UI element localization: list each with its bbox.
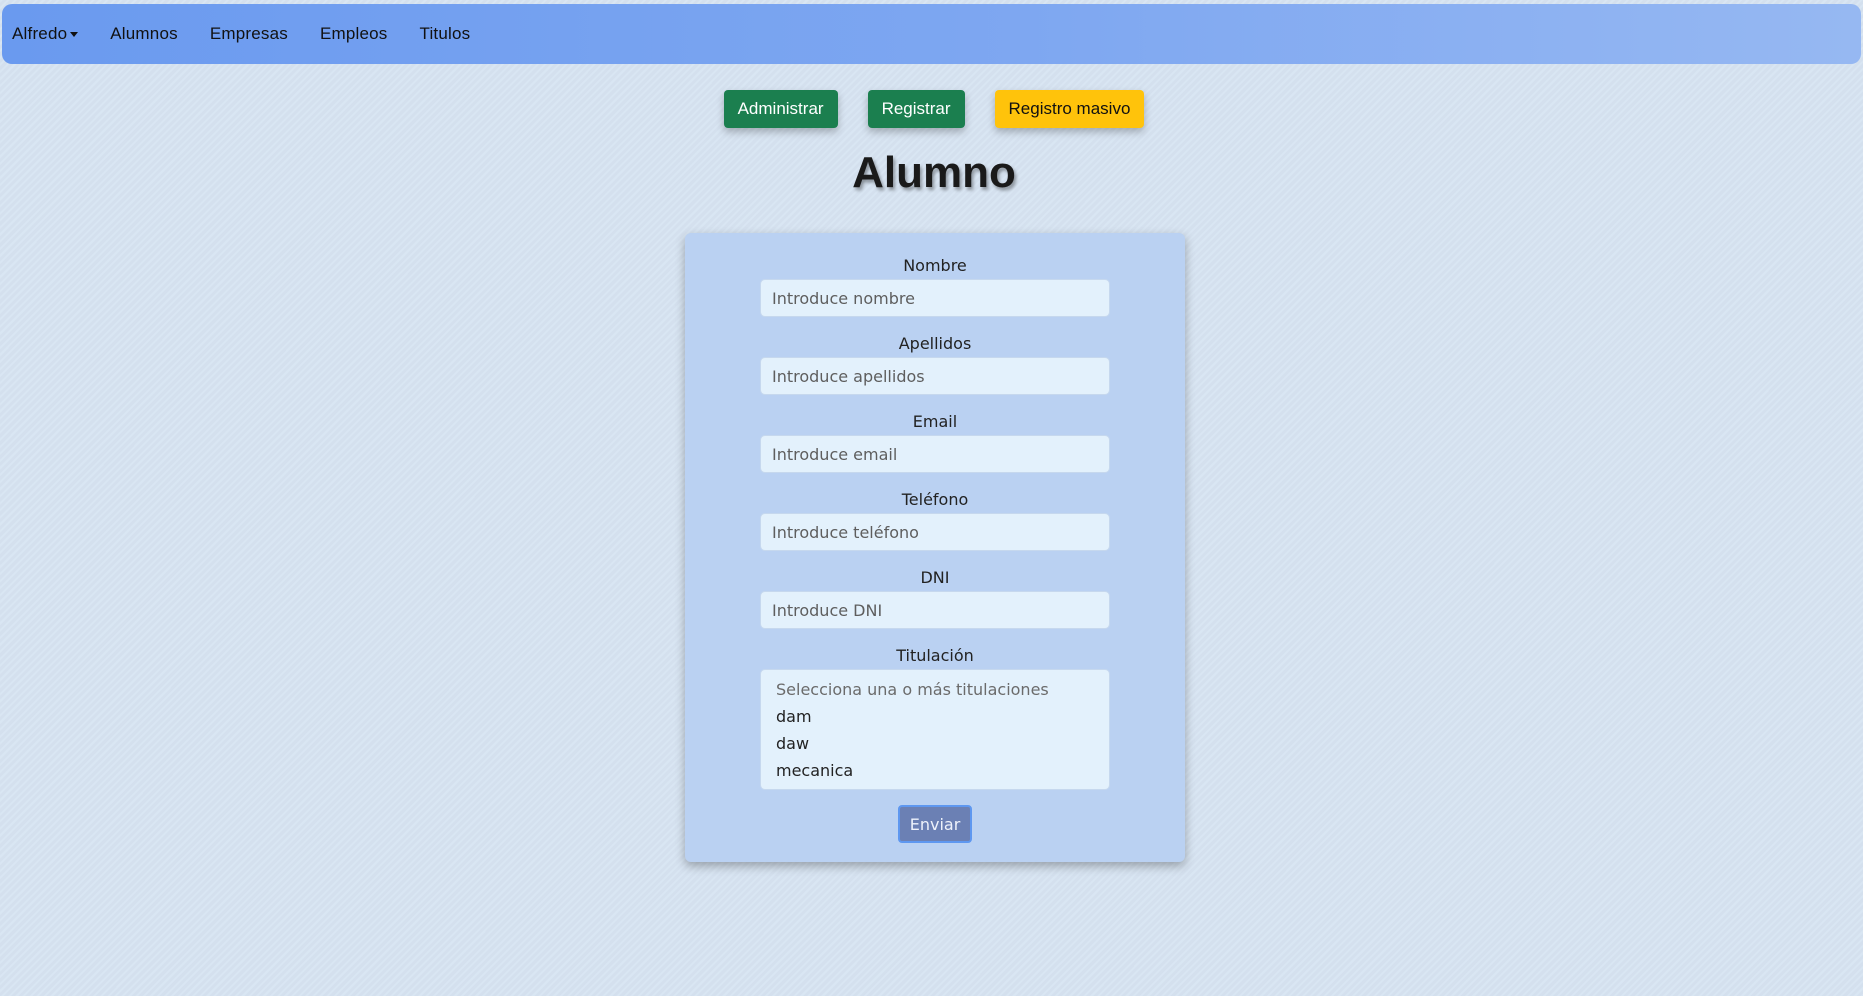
- enviar-button[interactable]: Enviar: [898, 805, 972, 843]
- email-input[interactable]: [760, 435, 1110, 473]
- titulacion-placeholder-option[interactable]: Selecciona una o más titulaciones: [776, 676, 1094, 703]
- user-menu-label: Alfredo: [12, 24, 68, 43]
- action-buttons: Administrar Registrar Registro masivo: [0, 90, 1863, 128]
- titulacion-label: Titulación: [896, 646, 974, 665]
- titulacion-option-mecanica[interactable]: mecanica: [776, 757, 1094, 784]
- caret-down-icon: [70, 32, 79, 37]
- registrar-button[interactable]: Registrar: [867, 90, 965, 128]
- nombre-input[interactable]: [760, 279, 1110, 317]
- email-label: Email: [912, 412, 958, 431]
- page-title: Alumno: [852, 148, 1016, 197]
- telefono-field-group: Teléfono: [685, 489, 1185, 551]
- top-navbar: Alfredo Alumnos Empresas Empleos Titulos: [2, 4, 1861, 64]
- titulacion-option-dam[interactable]: dam: [776, 703, 1094, 730]
- nombre-field-group: Nombre: [685, 255, 1185, 317]
- titulacion-option-daw[interactable]: daw: [776, 730, 1094, 757]
- email-field-group: Email: [685, 411, 1185, 473]
- telefono-label: Teléfono: [901, 490, 969, 509]
- telefono-input[interactable]: [760, 513, 1110, 551]
- user-menu-dropdown[interactable]: Alfredo: [12, 24, 79, 44]
- alumno-form: Nombre Apellidos Email Teléfono DNI Titu…: [685, 233, 1185, 862]
- registro-masivo-button[interactable]: Registro masivo: [994, 90, 1145, 128]
- dni-input[interactable]: [760, 591, 1110, 629]
- nav-link-empresas[interactable]: Empresas: [210, 24, 288, 44]
- nav-link-alumnos[interactable]: Alumnos: [110, 24, 178, 44]
- apellidos-field-group: Apellidos: [685, 333, 1185, 395]
- nav-link-empleos[interactable]: Empleos: [320, 24, 388, 44]
- dni-label: DNI: [920, 568, 950, 587]
- administrar-button[interactable]: Administrar: [723, 90, 838, 128]
- apellidos-label: Apellidos: [898, 334, 972, 353]
- titulacion-field-group: Titulación Selecciona una o más titulaci…: [685, 645, 1185, 790]
- nombre-label: Nombre: [903, 256, 967, 275]
- titulacion-multiselect[interactable]: Selecciona una o más titulaciones dam da…: [760, 669, 1110, 790]
- apellidos-input[interactable]: [760, 357, 1110, 395]
- dni-field-group: DNI: [685, 567, 1185, 629]
- nav-link-titulos[interactable]: Titulos: [419, 24, 470, 44]
